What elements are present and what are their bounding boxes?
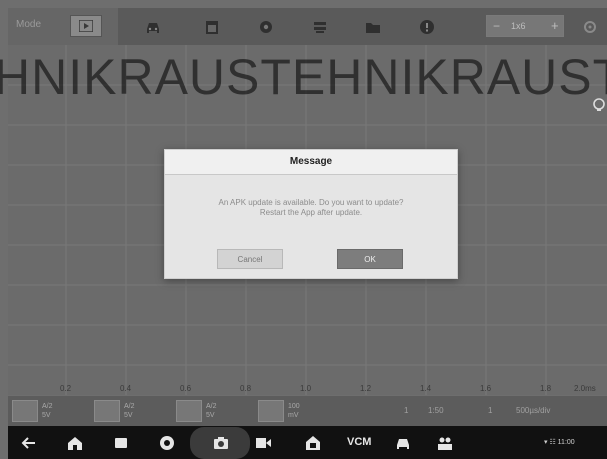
zoom-value: 1x6 [511, 21, 526, 31]
lightbulb-icon[interactable] [591, 97, 607, 113]
cancel-button[interactable]: Cancel [217, 249, 283, 269]
mode-readout[interactable]: 1 [488, 406, 492, 415]
top-toolbar: Mode − 1x6 + [8, 8, 607, 45]
people-icon[interactable] [436, 434, 454, 452]
channel-b[interactable]: A/2 5V [94, 400, 168, 422]
home-icon[interactable] [66, 434, 84, 452]
zoom-control[interactable]: − 1x6 + [486, 15, 564, 37]
browser-icon[interactable] [158, 434, 176, 452]
axis-tick: 1.6 [480, 384, 492, 393]
dialog-message-line1: An APK update is available. Do you want … [218, 198, 404, 207]
play-button[interactable] [70, 15, 102, 37]
vci-label[interactable]: VCM [347, 436, 371, 448]
ratio-readout[interactable]: 1:50 [428, 406, 444, 415]
dialog-message: An APK update is available. Do you want … [175, 198, 447, 218]
channel-d[interactable]: 100 mV [258, 400, 332, 422]
screen-record-icon[interactable] [254, 434, 272, 452]
channel-a-line1: A/2 [42, 403, 53, 410]
dialog-message-line2: Restart the App after update. [259, 208, 363, 217]
camera-icon[interactable] [212, 434, 230, 452]
mode-label: Mode [16, 19, 42, 30]
axis-tick: 0.4 [120, 384, 132, 393]
channel-b-line1: A/2 [124, 403, 135, 410]
axis-tick: 2.0ms [574, 384, 596, 393]
vehicle-icon[interactable] [394, 434, 412, 452]
channel-c[interactable]: A/2 5V [176, 400, 250, 422]
dialog-header: Message [165, 150, 457, 175]
dialog-title: Message [289, 156, 333, 167]
message-dialog: Message An APK update is available. Do y… [164, 149, 458, 279]
channel-a-line2: 5V [42, 412, 51, 419]
calendar-icon[interactable] [203, 18, 221, 36]
zoom-in-button[interactable]: + [551, 18, 559, 33]
channel-d-color-box [258, 400, 284, 422]
help-icon[interactable] [418, 18, 436, 36]
watermark-text: HNIKRAUSTEHNIKRAUSTE [0, 49, 607, 105]
channel-a-color-box [12, 400, 38, 422]
filter-icon[interactable] [311, 18, 329, 36]
status-bar-info: ▾ ☷ 11:00 [544, 439, 575, 446]
car-icon[interactable] [144, 18, 162, 36]
gear-icon[interactable] [257, 18, 275, 36]
channel-d-line1: 100 [288, 403, 300, 410]
bottom-navbar: VCM ▾ ☷ 11:00 [8, 426, 607, 459]
back-icon[interactable] [20, 434, 38, 452]
vci-home-icon[interactable] [304, 434, 322, 452]
channel-bar: A/2 5V A/2 5V A/2 5V 100 mV 1 1:50 1 500µs/d… [8, 396, 607, 426]
settings-icon[interactable] [582, 19, 598, 35]
screen: Mode − 1x6 + HNIKRAUSTEHNIKRAUSTE 0.2 0.… [0, 0, 607, 459]
channel-b-color-box [94, 400, 120, 422]
axis-tick: 0.8 [240, 384, 252, 393]
axis-tick: 1.2 [360, 384, 372, 393]
channel-a[interactable]: A/2 5V [12, 400, 86, 422]
trigger-readout[interactable]: 1 [404, 406, 408, 415]
zoom-out-button[interactable]: − [493, 19, 500, 33]
channel-c-line2: 5V [206, 412, 215, 419]
recent-apps-icon[interactable] [112, 434, 130, 452]
channel-d-line2: mV [288, 412, 299, 419]
time-axis: 0.2 0.4 0.6 0.8 1.0 1.2 1.4 1.6 1.8 2.0m… [8, 382, 607, 396]
axis-tick: 1.8 [540, 384, 552, 393]
ok-button[interactable]: OK [337, 249, 403, 269]
axis-tick: 1.0 [300, 384, 312, 393]
axis-tick: 0.6 [180, 384, 192, 393]
channel-b-line2: 5V [124, 412, 133, 419]
channel-c-color-box [176, 400, 202, 422]
channel-c-line1: A/2 [206, 403, 217, 410]
axis-tick: 0.2 [60, 384, 72, 393]
axis-tick: 1.4 [420, 384, 432, 393]
folder-icon[interactable] [364, 18, 382, 36]
mode-selector[interactable]: Mode [8, 8, 118, 45]
timebase-readout[interactable]: 500µs/div [516, 406, 550, 415]
